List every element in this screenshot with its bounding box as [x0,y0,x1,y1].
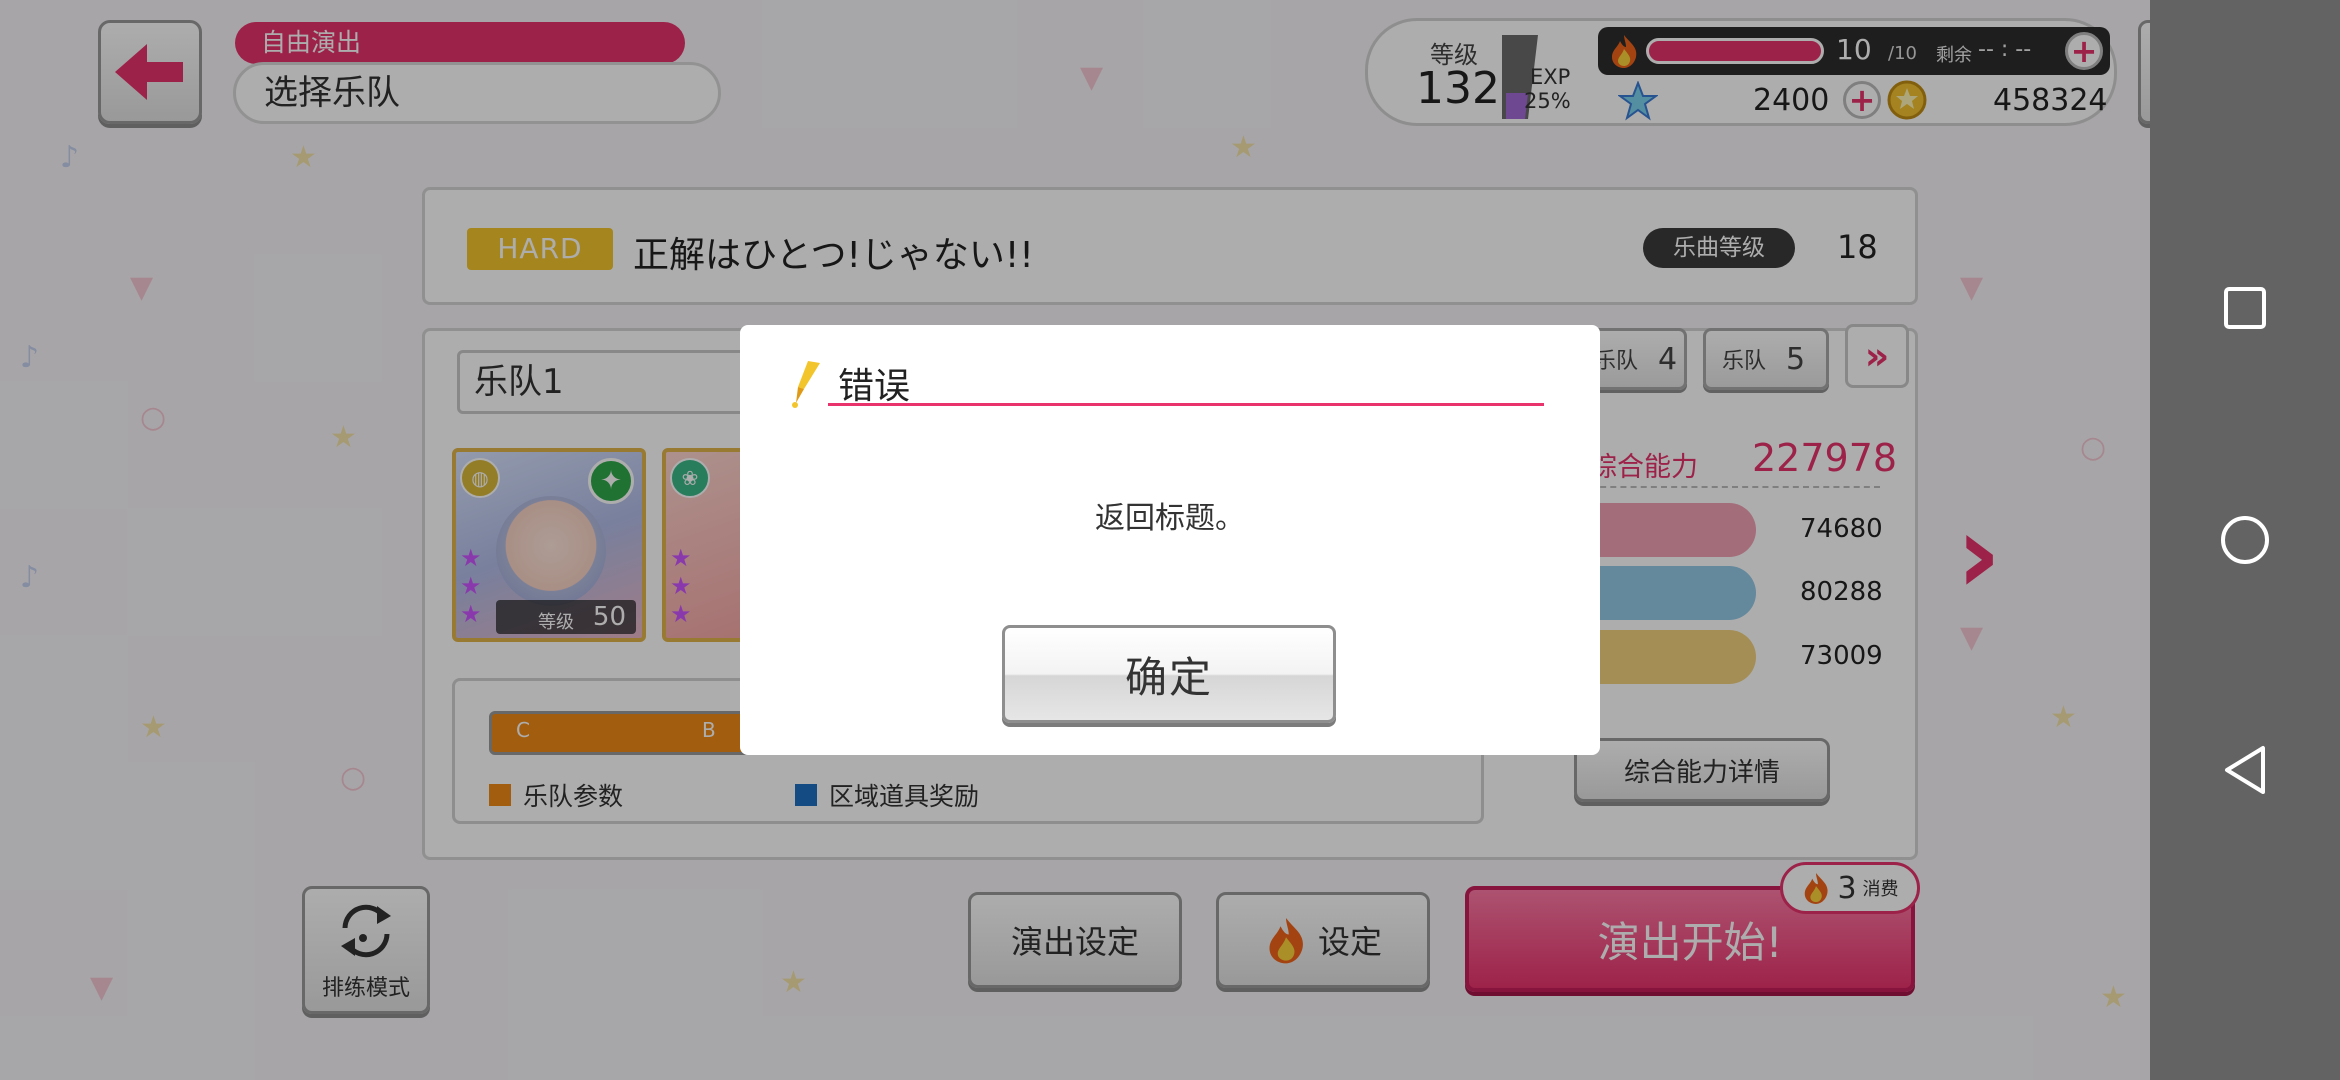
recent-apps-button[interactable] [2215,278,2275,338]
dialog-message: 返回标题。 [1095,501,1245,536]
system-navigation-bar [2150,0,2340,1080]
square-icon [2224,287,2266,329]
pen-icon [792,361,820,408]
circle-icon [2221,516,2269,564]
dialog-title: 错误 [838,366,911,407]
triangle-back-icon [2225,746,2265,794]
system-back-button[interactable] [2215,740,2275,800]
ok-button[interactable]: 确定 [1002,625,1336,723]
error-dialog: 错误 返回标题。 确定 [740,325,1600,755]
home-button[interactable] [2215,510,2275,570]
game-screen: ♪ ★ ▼ ♪ ★ ○ ♪ ★ ○ ▼ ★ ★ ▼ ▼ ○ ★ ▼ ★ ▼ 自由… [0,0,2150,1080]
dialog-title-underline [828,403,1544,406]
